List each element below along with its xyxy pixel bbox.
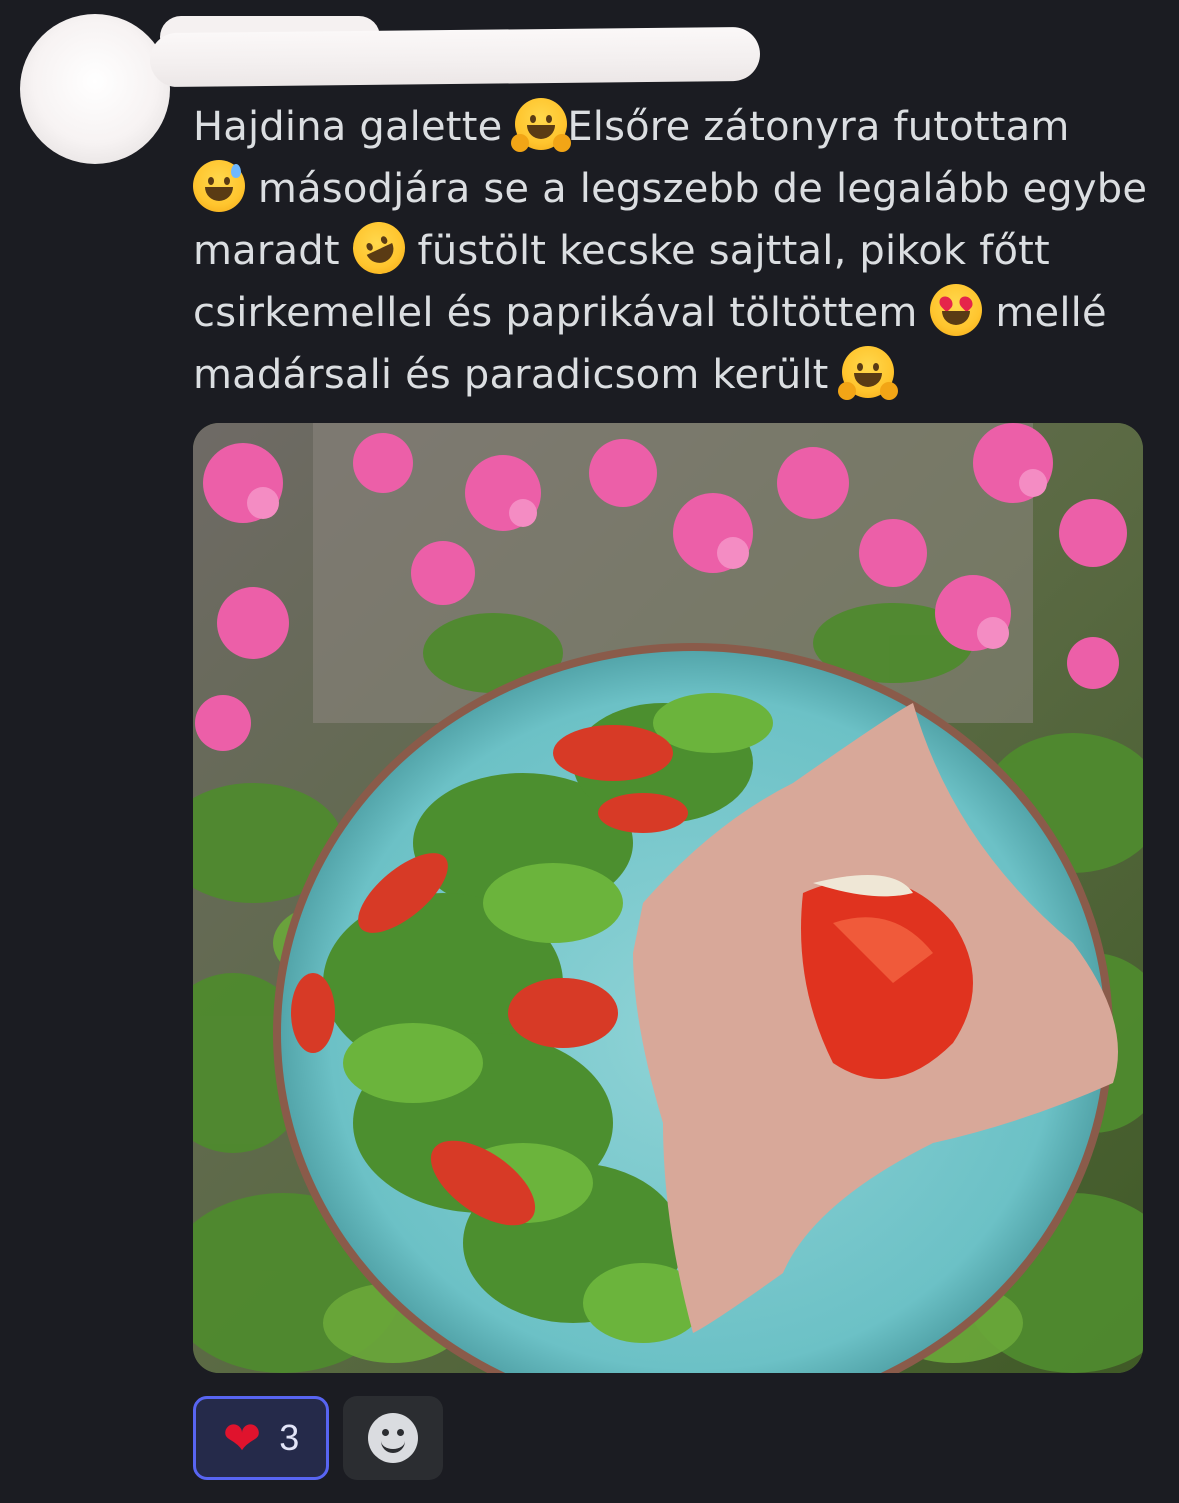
heart-eyes-emoji-icon — [930, 284, 983, 336]
message-text-segment: madársali és paradicsom került — [193, 352, 842, 398]
message-line-2: másodjára se a legszebb de legalább egyb… — [193, 158, 1153, 220]
message-line-3: maradt füstölt kecske sajttal, pikok főt… — [193, 213, 1153, 283]
message-text-segment: maradt — [193, 228, 353, 274]
hugging-face-emoji-icon — [511, 98, 572, 152]
hugging-face-emoji-icon — [837, 346, 898, 400]
message-text-segment: füstölt kecske sajttal, pikok főtt — [404, 228, 1050, 274]
message-line-1: Hajdina galette Elsőre zátonyra futottam — [193, 96, 1153, 158]
image-attachment[interactable] — [193, 423, 1143, 1373]
rofl-emoji-icon — [344, 213, 414, 283]
redaction-scribble — [149, 26, 761, 88]
reaction-count: 3 — [279, 1417, 300, 1458]
smiley-face-icon — [368, 1413, 418, 1463]
food-photo — [193, 423, 1143, 1373]
reaction-heart[interactable]: ❤ 3 — [193, 1396, 329, 1480]
avatar[interactable] — [20, 14, 170, 164]
message-content: Hajdina galette Elsőre zátonyra futottam… — [193, 96, 1153, 406]
add-reaction-button[interactable] — [343, 1396, 443, 1480]
message-line-4: csirkemellel és paprikával töltöttem mel… — [193, 282, 1153, 344]
message-text-segment: Elsőre zátonyra futottam — [567, 104, 1070, 150]
grinning-sweat-emoji-icon — [193, 160, 245, 212]
message-text-segment: Hajdina galette — [193, 104, 516, 150]
message-header — [196, 40, 212, 80]
message-text-segment: csirkemellel és paprikával töltöttem — [193, 290, 931, 336]
red-heart-icon: ❤ — [222, 1411, 262, 1465]
message-text-segment: mellé — [982, 290, 1107, 336]
message-line-5: madársali és paradicsom került — [193, 344, 1153, 406]
reactions-bar: ❤ 3 — [193, 1396, 443, 1480]
message-text-segment: másodjára se a legszebb de legalább egyb… — [245, 166, 1148, 212]
